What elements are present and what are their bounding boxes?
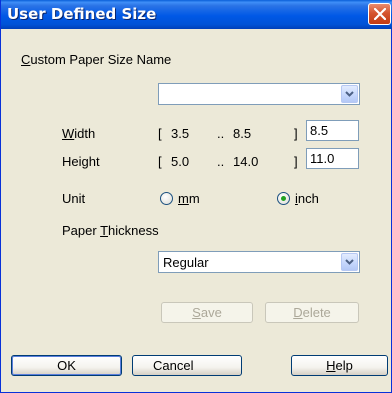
width-label: Width <box>62 126 96 141</box>
paper-name-label: Custom Paper Size Name <box>21 52 172 67</box>
delete-button[interactable]: Delete <box>265 302 359 323</box>
width-range-open: [ <box>158 126 162 141</box>
unit-mm-label[interactable]: mm <box>178 191 200 206</box>
height-max: 14.0 <box>233 154 259 169</box>
paper-thickness-combobox[interactable]: Regular <box>158 251 360 273</box>
height-range-close: ] <box>294 154 298 169</box>
paper-name-dropdown-button[interactable] <box>341 85 358 103</box>
unit-inch-label[interactable]: inch <box>295 191 319 206</box>
ok-button[interactable]: OK <box>11 355 122 376</box>
height-value: 11.0 <box>310 151 335 166</box>
chevron-down-icon <box>345 91 354 97</box>
paper-name-combobox[interactable] <box>158 83 360 105</box>
height-min: 5.0 <box>171 154 190 169</box>
height-range-open: [ <box>158 154 162 169</box>
chevron-down-icon <box>345 259 354 265</box>
user-defined-size-dialog: User Defined Size Custom Paper Size Name… <box>0 0 392 393</box>
paper-thickness-value: Regular <box>163 255 209 270</box>
unit-inch-radio[interactable] <box>277 192 290 205</box>
close-icon <box>374 8 386 20</box>
close-button[interactable] <box>368 3 391 25</box>
unit-mm-radio[interactable] <box>160 192 173 205</box>
unit-label: Unit <box>62 191 86 206</box>
width-input[interactable]: 8.5 <box>306 120 359 141</box>
save-button[interactable]: Save <box>161 302 253 323</box>
help-button[interactable]: Help <box>291 355 388 376</box>
width-range-close: ] <box>294 126 298 141</box>
paper-thickness-label: Paper Thickness <box>62 223 159 238</box>
width-value: 8.5 <box>310 123 329 138</box>
height-range-separator: .. <box>217 154 225 169</box>
cancel-button[interactable]: Cancel <box>132 355 242 376</box>
width-range-separator: .. <box>217 126 225 141</box>
title-bar[interactable]: User Defined Size <box>1 0 392 29</box>
dialog-title: User Defined Size <box>7 5 157 23</box>
height-input[interactable]: 11.0 <box>306 148 359 169</box>
height-label: Height <box>62 154 100 169</box>
paper-thickness-dropdown-button[interactable] <box>341 253 358 271</box>
width-min: 3.5 <box>171 126 190 141</box>
width-max: 8.5 <box>233 126 252 141</box>
